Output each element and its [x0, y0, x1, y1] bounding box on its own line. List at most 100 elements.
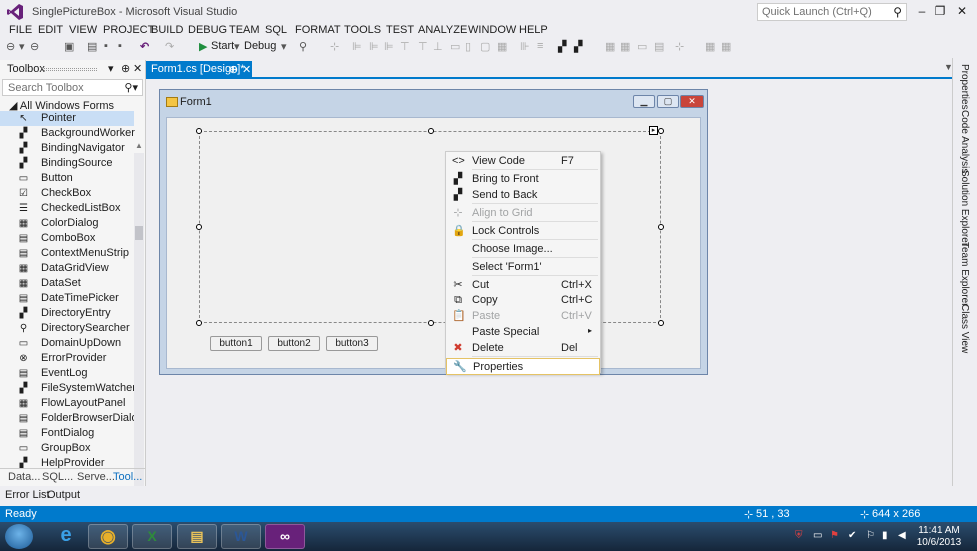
align-right-icon[interactable]: ⊫ — [384, 40, 394, 53]
undo-icon[interactable]: ↶ — [140, 40, 149, 53]
panel-close-icon[interactable]: ✕ — [133, 62, 142, 75]
toolbox-item-backgroundworker[interactable]: ▞ BackgroundWorker — [0, 126, 135, 141]
redo-icon[interactable]: ↷ — [165, 40, 174, 53]
toolbox-group-header[interactable]: ◢ All Windows Forms — [0, 96, 145, 112]
align-middle-icon[interactable]: ⊤ — [418, 40, 428, 53]
save-all-icon[interactable]: ▪ — [118, 40, 122, 52]
scroll-up-icon[interactable]: ▲ — [135, 141, 143, 150]
volume-icon[interactable]: ◀ — [898, 530, 906, 541]
shield-icon[interactable]: ⛨ — [795, 530, 803, 541]
config-select[interactable]: Debug — [244, 40, 276, 52]
visual-studio-taskbar-icon[interactable]: ∞ — [265, 524, 305, 549]
back-icon[interactable]: ⊖ — [6, 40, 15, 53]
resize-handle-n[interactable] — [428, 128, 434, 134]
menu-format[interactable]: FORMAT — [295, 24, 341, 36]
context-item-lock-controls[interactable]: 🔒 Lock Controls — [446, 223, 600, 240]
resize-handle-e[interactable] — [658, 224, 664, 230]
network-icon[interactable]: ▮ — [882, 530, 888, 541]
tab-order-icon[interactable]: ▦ — [605, 40, 615, 53]
toolbox-item-bindingnavigator[interactable]: ▞ BindingNavigator — [0, 141, 134, 156]
context-item-paste[interactable]: 📋 Paste Ctrl+V — [446, 308, 600, 325]
same-width-icon[interactable]: ▭ — [450, 40, 460, 53]
resize-handle-nw[interactable] — [196, 128, 202, 134]
quick-launch-input[interactable]: Quick Launch (Ctrl+Q) ⚲ — [757, 3, 907, 21]
menu-edit[interactable]: EDIT — [38, 24, 63, 36]
context-item-properties[interactable]: 🔧 Properties — [446, 358, 600, 375]
toolbox-item-flowlayoutpanel[interactable]: ▦ FlowLayoutPanel — [0, 396, 134, 411]
tab-solution-explorer[interactable]: Solution Explorer — [959, 170, 970, 246]
smart-tag-icon[interactable]: ▸ — [649, 126, 658, 135]
tab-toolbox[interactable]: Tool... — [113, 471, 142, 483]
tab-data-sources[interactable]: Data... — [8, 471, 40, 483]
tab-properties[interactable]: Properties — [959, 64, 970, 110]
action-center-icon[interactable]: ⚑ — [830, 530, 839, 541]
context-item-align-to-grid[interactable]: ⊹ Align to Grid — [446, 205, 600, 222]
start-button[interactable]: Start — [211, 40, 234, 52]
toolbox-item-combobox[interactable]: ▤ ComboBox — [0, 231, 134, 246]
tab-error-list[interactable]: Error List — [5, 489, 50, 501]
toolbox-item-bindingsource[interactable]: ▞ BindingSource — [0, 156, 134, 171]
resize-handle-sw[interactable] — [196, 320, 202, 326]
document-tab[interactable]: Form1.cs [Design]* ⊕ ✕ — [146, 61, 252, 78]
send-back-tb-icon[interactable]: ▞ — [574, 40, 582, 53]
lock-controls-tb-icon[interactable]: ▤ — [654, 40, 664, 53]
panel-dropdown-icon[interactable]: ▾ — [108, 62, 114, 75]
toolbox-item-errorprovider[interactable]: ⊗ ErrorProvider — [0, 351, 134, 366]
tab-team-explorer[interactable]: Team Explorer — [959, 242, 970, 306]
tab-code-analysis[interactable]: Code Analysis — [959, 110, 970, 173]
toolbox-item-contextmenustrip[interactable]: ▤ ContextMenuStrip — [0, 246, 134, 261]
toolbox-item-folderbrowserdialog[interactable]: ▤ FolderBrowserDialog — [0, 411, 144, 426]
menu-test[interactable]: TEST — [386, 24, 414, 36]
align-grid-icon[interactable]: ⊹ — [330, 40, 339, 53]
context-item-send-to-back[interactable]: ▞ Send to Back — [446, 187, 600, 204]
context-item-copy[interactable]: ⧉ Copy Ctrl+C — [446, 292, 600, 309]
layout-two-icon[interactable]: ▦ — [721, 40, 731, 53]
forward-icon[interactable]: ⊖ — [30, 40, 39, 53]
chrome-icon[interactable]: ◉ — [88, 524, 128, 549]
center-horizontal-icon[interactable]: ▦ — [620, 40, 630, 53]
close-window-button[interactable]: ✕ — [952, 2, 972, 20]
word-icon[interactable]: W — [221, 524, 261, 549]
tab-server-explorer[interactable]: Serve... — [77, 471, 115, 483]
open-file-icon[interactable]: ▤ — [87, 40, 97, 53]
tray-icon-c[interactable]: ⚐ — [866, 530, 875, 541]
toolbox-item-dataset[interactable]: ▦ DataSet — [0, 276, 134, 291]
minimize-button[interactable]: – — [912, 2, 932, 20]
toolbox-item-fontdialog[interactable]: ▤ FontDialog — [0, 426, 134, 441]
bring-front-tb-icon[interactable]: ▞ — [558, 40, 566, 53]
same-height-icon[interactable]: ▯ — [465, 40, 471, 53]
format-icon[interactable]: ⊹ — [675, 40, 684, 53]
toolbox-item-colordialog[interactable]: ▦ ColorDialog — [0, 216, 134, 231]
scrollbar-thumb[interactable] — [135, 226, 143, 240]
context-item-paste-special[interactable]: Paste Special ▸ — [446, 324, 600, 341]
search-icon[interactable]: ⚲▾ — [124, 81, 138, 94]
menu-sql[interactable]: SQL — [265, 24, 287, 36]
system-clock[interactable]: 11:41 AM 10/6/2013 — [916, 525, 962, 549]
tray-icon-b[interactable]: ✔ — [848, 530, 856, 541]
resize-handle-s[interactable] — [428, 320, 434, 326]
new-project-icon[interactable]: ▣ — [64, 40, 74, 53]
toolbox-item-button[interactable]: ▭ Button — [0, 171, 134, 186]
dropdown-arrow-icon[interactable]: ▾ — [19, 40, 25, 53]
menu-view[interactable]: VIEW — [69, 24, 97, 36]
resize-handle-se[interactable] — [658, 320, 664, 326]
toolbox-item-directoryentry[interactable]: ▞ DirectoryEntry — [0, 306, 134, 321]
toolbox-item-datagridview[interactable]: ▦ DataGridView — [0, 261, 134, 276]
size-to-grid-icon[interactable]: ▦ — [497, 40, 507, 53]
align-top-icon[interactable]: ⊤ — [400, 40, 410, 53]
resize-handle-w[interactable] — [196, 224, 202, 230]
tab-sql-server[interactable]: SQL... — [42, 471, 73, 483]
toolbox-item-checkedlistbox[interactable]: ☰ CheckedListBox — [0, 201, 134, 216]
save-icon[interactable]: ▪ — [104, 40, 108, 52]
toolbox-item-groupbox[interactable]: ▭ GroupBox — [0, 441, 134, 456]
start-button[interactable] — [5, 524, 33, 549]
toolbox-item-pointer[interactable]: ↖ Pointer — [0, 111, 134, 126]
toolbox-item-checkbox[interactable]: ☑ CheckBox — [0, 186, 134, 201]
tray-icon-a[interactable]: ▭ — [813, 530, 822, 541]
panel-grip[interactable] — [42, 68, 97, 71]
align-left-icon[interactable]: ⊫ — [352, 40, 362, 53]
vertical-spacing-icon[interactable]: ≡ — [537, 40, 543, 52]
close-tab-icon[interactable]: ✕ — [242, 63, 251, 76]
pin-tab-icon[interactable]: ⊕ — [229, 63, 238, 76]
toolbox-item-eventlog[interactable]: ▤ EventLog — [0, 366, 134, 381]
